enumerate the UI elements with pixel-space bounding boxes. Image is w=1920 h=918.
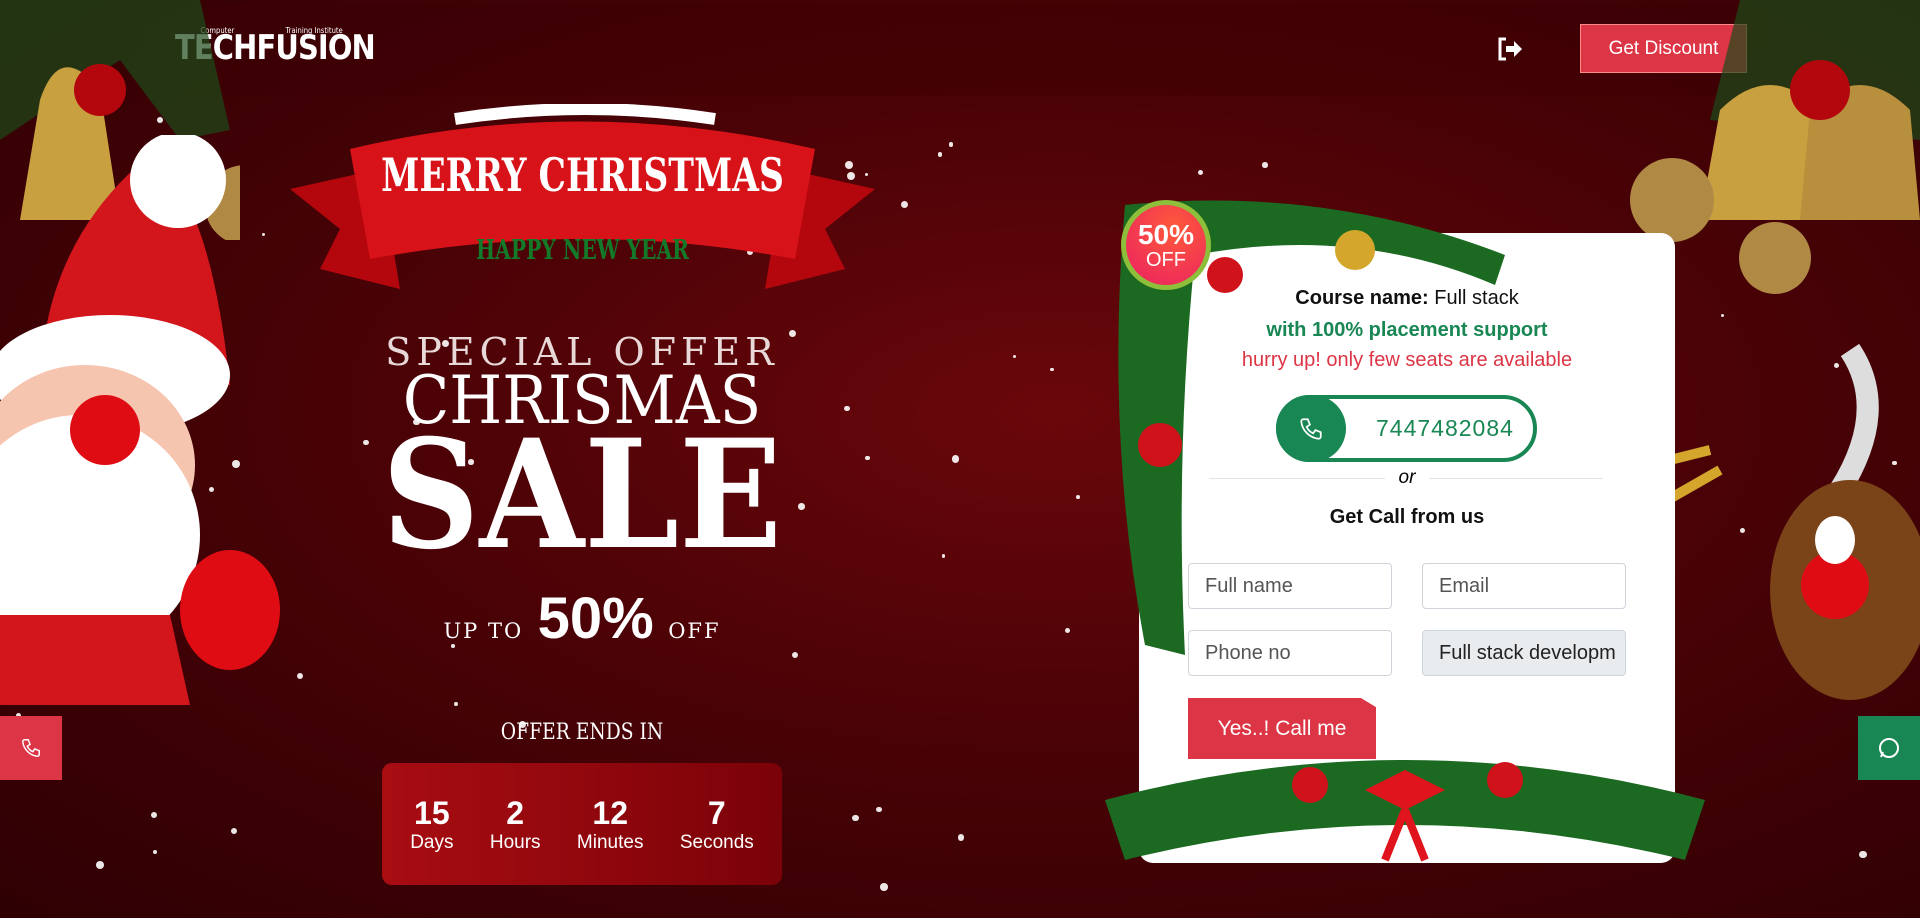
snowflake bbox=[1065, 628, 1071, 634]
snowflake bbox=[1013, 355, 1017, 359]
ribbon-title: MERRY CHRISTMAS bbox=[381, 148, 784, 202]
snowflake bbox=[1262, 162, 1268, 168]
snowflake bbox=[941, 554, 946, 558]
snowflake bbox=[152, 850, 158, 855]
countdown-hours: 2 Hours bbox=[489, 794, 541, 853]
whatsapp-floating-button[interactable] bbox=[1858, 716, 1920, 780]
ribbon-subtitle: HAPPY NEW YEAR bbox=[476, 235, 689, 266]
countdown-timer: 15 Days 2 Hours 12 Minutes 7 Seconds bbox=[382, 763, 782, 885]
snowflake bbox=[96, 860, 104, 869]
snowflake bbox=[843, 405, 850, 412]
sale-heading: SALE bbox=[381, 407, 783, 583]
header-bar bbox=[150, 4, 1770, 96]
whatsapp-icon bbox=[1879, 738, 1899, 758]
snowflake bbox=[454, 701, 459, 706]
snowflake bbox=[230, 828, 238, 835]
snowflake bbox=[1859, 850, 1867, 859]
snowflake bbox=[1075, 494, 1080, 499]
snowflake bbox=[951, 455, 960, 463]
snowflake bbox=[948, 142, 953, 147]
snowflake bbox=[150, 811, 157, 818]
countdown-minutes: 12 Minutes bbox=[576, 794, 644, 853]
snowflake bbox=[1198, 169, 1204, 175]
snowflake bbox=[1050, 367, 1055, 372]
santa-illustration bbox=[0, 132, 290, 705]
snowflake bbox=[296, 672, 304, 680]
snowflake bbox=[791, 651, 798, 658]
offer-ends-label: OFFER ENDS IN bbox=[500, 720, 664, 745]
merry-christmas-ribbon: MERRY CHRISTMAS HAPPY NEW YEAR bbox=[290, 104, 875, 304]
snowflake bbox=[876, 806, 882, 813]
snowflake bbox=[900, 201, 908, 209]
snowflake bbox=[957, 834, 965, 841]
countdown-days: 15 Days bbox=[410, 794, 454, 853]
discount-badge: 50% OFF bbox=[1121, 200, 1211, 290]
phone-icon bbox=[22, 739, 40, 757]
snowflake bbox=[852, 814, 860, 822]
snowflake bbox=[865, 455, 870, 461]
snowflake bbox=[880, 883, 888, 891]
discount-line: UP TO 50% OFF bbox=[443, 586, 721, 651]
garland-bottom-decoration bbox=[1105, 730, 1705, 870]
snowflake bbox=[1720, 314, 1724, 318]
sign-out-icon[interactable] bbox=[1496, 36, 1524, 62]
snowflake bbox=[937, 151, 943, 157]
call-floating-button[interactable] bbox=[0, 716, 62, 780]
countdown-seconds: 7 Seconds bbox=[679, 794, 754, 853]
